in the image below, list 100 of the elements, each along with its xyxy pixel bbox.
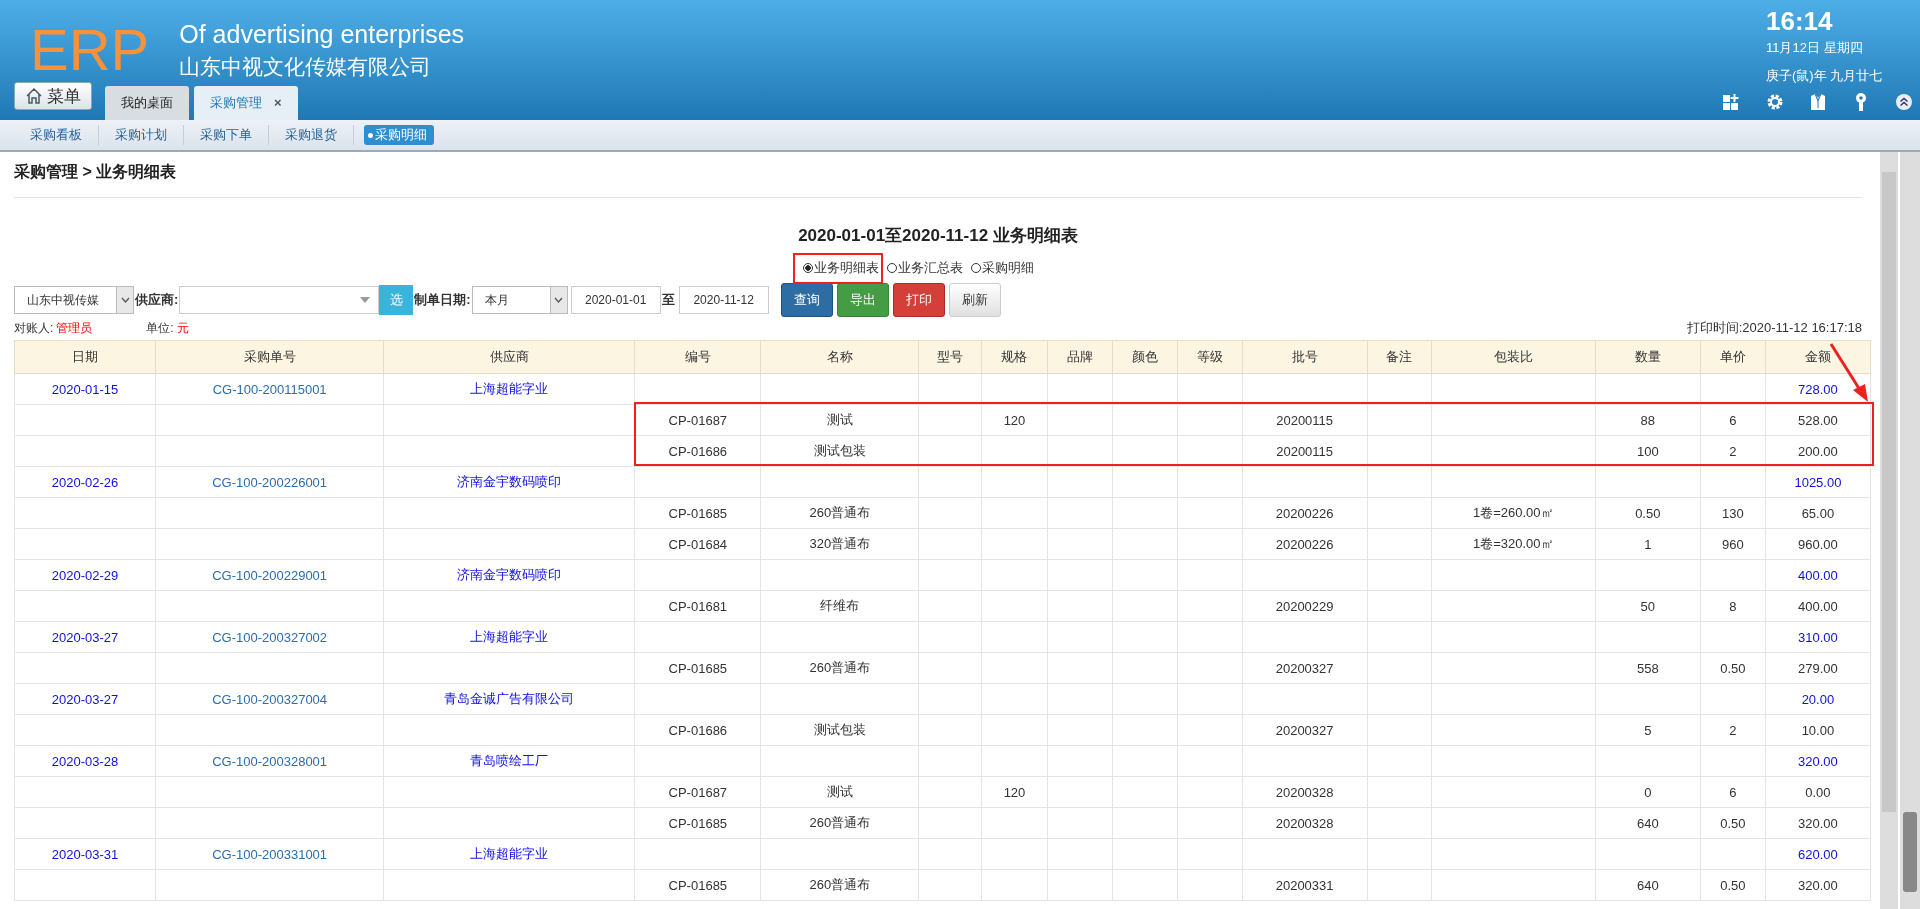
sub-nav-item[interactable]: 采购明细 [364,125,434,145]
add-widget-icon[interactable] [1722,92,1742,112]
table-cell: 400.00 [1765,559,1871,591]
table-cell: 400.00 [1765,590,1871,622]
table-cell: 260普通布 [760,807,919,839]
sub-nav-item[interactable]: 采购退货 [269,125,354,145]
table-cell: 济南金宇数码喷印 [383,559,635,591]
table-cell: CP-01687 [634,404,761,436]
menu-button[interactable]: 菜单 [14,82,92,110]
scrollbar[interactable] [1880,152,1898,909]
table-cell: 620.00 [1765,838,1871,870]
collapse-icon[interactable] [1894,92,1914,112]
table-cell: 320.00 [1765,745,1871,777]
order-number-link[interactable]: CG-100-200115001 [155,373,384,405]
order-number-link[interactable]: CG-100-200331001 [155,838,384,870]
table-cell: 0.50 [1700,807,1766,839]
to-label: 至 [660,291,676,309]
table-cell: 20200115 [1242,404,1368,436]
report-type-radio[interactable]: 采购明细 [970,259,1034,277]
table-cell: 纤维布 [760,590,919,622]
column-header: 单价 [1700,340,1766,374]
table-cell: 2020-03-27 [14,621,156,653]
report-type-radio[interactable]: 业务明细表 [802,259,879,277]
table-cell: 20200327 [1242,714,1368,746]
table-cell: 20200226 [1242,528,1368,560]
table-cell: 2020-02-29 [14,559,156,591]
order-number-link[interactable]: CG-100-200328001 [155,745,384,777]
chevron-icon [120,297,130,303]
action-button[interactable]: 打印 [892,283,945,317]
table-cell: 260普通布 [760,652,919,684]
table-cell: 测试 [760,404,919,436]
order-number-link[interactable]: CG-100-200327004 [155,683,384,715]
sub-nav-item[interactable]: 采购下单 [184,125,269,145]
table-cell: CP-01681 [634,590,761,622]
chevron-icon [554,297,564,303]
end-date-field[interactable]: 2020-11-12 [678,286,769,314]
order-number-link[interactable]: CG-100-200226001 [155,466,384,498]
column-header: 数量 [1595,340,1701,374]
table-cell: 8 [1700,590,1766,622]
table-cell: 0.50 [1700,652,1766,684]
column-header: 等级 [1177,340,1243,374]
column-header: 品牌 [1047,340,1113,374]
action-button[interactable]: 查询 [780,283,833,317]
table-cell: 1025.00 [1765,466,1871,498]
column-header: 批号 [1242,340,1368,374]
table-cell: 0 [1595,776,1701,808]
table-cell: 6 [1700,404,1766,436]
tagline: Of advertising enterprises [179,19,465,49]
order-number-link[interactable]: CG-100-200327002 [155,621,384,653]
table-cell: CP-01686 [634,435,761,467]
table-cell: 260普通布 [760,497,919,529]
tab[interactable]: 采购管理 × [194,86,298,120]
column-header: 包装比 [1431,340,1596,374]
table-cell: 2020-03-28 [14,745,156,777]
table-cell: 2020-03-31 [14,838,156,870]
lunar-date: 庚子(鼠)年 九月廿七 [1766,67,1884,85]
table-cell: 2 [1700,435,1766,467]
supplier-label: 供应商: [134,291,180,309]
settings-icon[interactable] [1765,92,1785,112]
table-cell: 100 [1595,435,1701,467]
table-cell: 50 [1595,590,1701,622]
table-cell: 0.50 [1700,869,1766,901]
sub-nav-item[interactable]: 采购看板 [14,125,99,145]
table-cell: CP-01685 [634,652,761,684]
home-icon [25,87,43,105]
table-cell: 测试包装 [760,714,919,746]
column-header: 备注 [1367,340,1432,374]
report-type-radio[interactable]: 业务汇总表 [886,259,963,277]
column-header: 采购单号 [155,340,384,374]
scrollbar[interactable] [1900,152,1920,909]
logo-text: ERP [30,18,150,82]
action-button[interactable]: 刷新 [948,283,1001,317]
table-cell: 120 [981,404,1047,436]
table-cell: 上海超能字业 [383,838,635,870]
table-cell: 济南金宇数码喷印 [383,466,635,498]
order-number-link[interactable]: CG-100-200229001 [155,559,384,591]
tab[interactable]: 我的桌面 [105,86,189,120]
period-select[interactable]: 本月 [471,286,568,314]
table-cell: 558 [1595,652,1701,684]
sub-nav-item[interactable]: 采购计划 [99,125,184,145]
table-cell: 2020-03-27 [14,683,156,715]
column-header: 日期 [14,340,156,374]
shirt-icon[interactable] [1808,92,1828,112]
report-title: 2020-01-01至2020-11-12 业务明细表 [797,225,1079,247]
reconciler-label: 对账人: [14,319,54,337]
column-header: 颜色 [1112,340,1178,374]
close-icon[interactable]: × [274,95,282,110]
action-button[interactable]: 导出 [836,283,889,317]
table-cell: 200.00 [1765,435,1871,467]
start-date-field[interactable]: 2020-01-01 [570,286,661,314]
table-cell: 130 [1700,497,1766,529]
breadcrumb: 采购管理 > 业务明细表 [14,152,1862,198]
company-select[interactable]: 山东中视传媒 [14,286,134,314]
table-cell: 1 [1595,528,1701,560]
table-cell: 2020-02-26 [14,466,156,498]
table-cell: 65.00 [1765,497,1871,529]
table-cell: 10.00 [1765,714,1871,746]
caret-icon [360,297,371,303]
column-header: 名称 [760,340,919,374]
table-cell: 640 [1595,807,1701,839]
